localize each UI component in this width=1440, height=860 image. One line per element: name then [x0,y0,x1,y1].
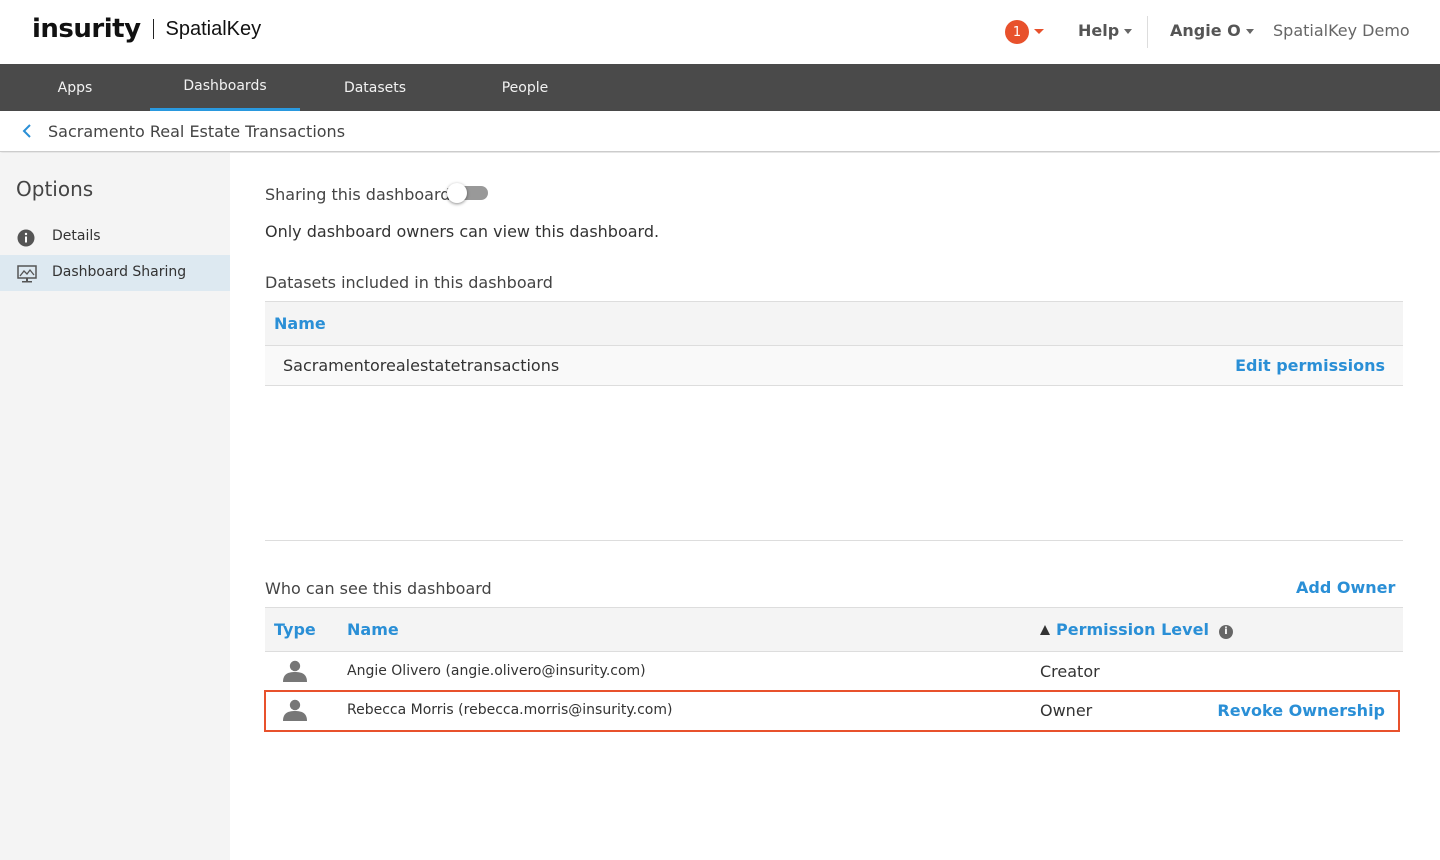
main-nav: Apps Dashboards Datasets People [0,64,1440,111]
main-content: Sharing this dashboard Only dashboard ow… [230,153,1440,860]
table-row: Sacramentorealestatetransactions Edit pe… [265,346,1403,386]
sidebar-item-details[interactable]: Details [0,219,230,255]
toggle-knob[interactable] [447,183,467,203]
chevron-down-icon [1124,29,1133,34]
logo[interactable]: insurity SpatialKey [32,14,261,44]
nav-people[interactable]: People [450,64,600,111]
org-name[interactable]: SpatialKey Demo [1273,21,1410,40]
column-header-permission[interactable]: Permission Level i [1040,620,1233,639]
chevron-down-icon [1245,29,1254,34]
datasets-section-title: Datasets included in this dashboard [265,273,553,292]
permissions-table-header: Type Name Permission Level i [265,607,1403,652]
add-owner-link[interactable]: Add Owner [1296,578,1395,597]
datasets-table: Name Sacramentorealestatetransactions Ed… [265,301,1403,386]
breadcrumb: Sacramento Real Estate Transactions [0,111,1440,152]
sidebar-item-label: Dashboard Sharing [52,264,187,280]
help-label: Help [1078,21,1120,40]
logo-spatialkey: SpatialKey [165,17,262,40]
column-header-type[interactable]: Type [274,620,316,639]
table-row: Angie Olivero (angie.olivero@insurity.co… [265,652,1403,691]
help-menu[interactable]: Help [1078,21,1133,40]
nav-datasets[interactable]: Datasets [300,64,450,111]
permission-level: Creator [1040,662,1100,681]
edit-permissions-link[interactable]: Edit permissions [1235,356,1385,375]
user-label: Angie O [1170,21,1241,40]
nav-apps[interactable]: Apps [0,64,150,111]
sort-ascending-icon [1040,625,1050,635]
who-section-title: Who can see this dashboard [265,579,492,598]
nav-dashboards[interactable]: Dashboards [150,64,300,111]
monitor-icon [17,265,37,283]
person-name: Angie Olivero (angie.olivero@insurity.co… [347,663,646,679]
permission-header-label: Permission Level [1056,620,1209,639]
user-menu[interactable]: Angie O [1170,21,1254,40]
logo-insurity: insurity [32,14,141,44]
highlight-box [264,690,1400,732]
sharing-label: Sharing this dashboard [265,185,451,204]
sidebar-item-dashboard-sharing[interactable]: Dashboard Sharing [0,255,230,291]
options-sidebar: Options Details Dashboard Sharing [0,153,230,860]
datasets-table-header: Name [265,301,1403,346]
sharing-description: Only dashboard owners can view this dash… [265,222,660,241]
column-header-name[interactable]: Name [274,314,326,333]
user-icon [283,660,307,682]
section-divider [265,540,1403,541]
top-header: insurity SpatialKey 1 Help Angie O Spati… [0,0,1440,64]
header-divider [1147,16,1148,48]
page-title: Sacramento Real Estate Transactions [48,122,346,141]
logo-separator [152,19,154,39]
back-chevron-icon[interactable] [20,123,36,139]
notification-badge[interactable]: 1 [1005,20,1029,44]
sidebar-title: Options [16,177,94,201]
notification-caret-icon[interactable] [1034,29,1044,34]
dataset-name: Sacramentorealestatetransactions [283,356,560,375]
info-icon [17,229,35,247]
sharing-toggle[interactable] [447,183,488,203]
column-header-name[interactable]: Name [347,620,399,639]
info-icon[interactable]: i [1218,625,1233,639]
sidebar-item-label: Details [52,228,101,244]
